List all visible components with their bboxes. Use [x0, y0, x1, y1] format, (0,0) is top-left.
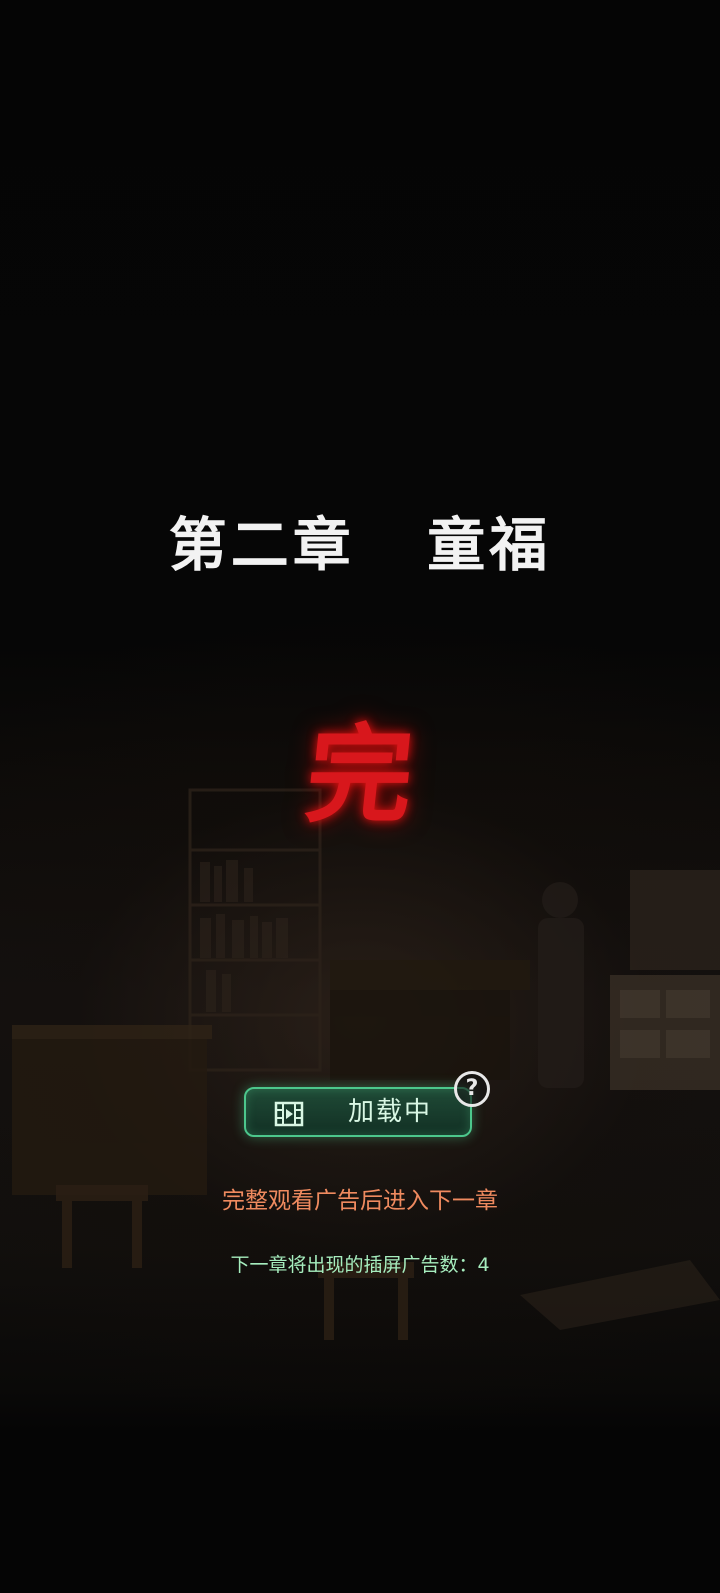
desk	[330, 960, 530, 1080]
chapter-title: 第二章 童福	[168, 511, 552, 579]
loading-button-label: 加载中	[347, 1097, 432, 1127]
figure-silhouette	[538, 882, 584, 1088]
left-cabinet	[12, 1025, 212, 1195]
end-mark: 完	[300, 712, 420, 837]
loading-button[interactable]: 加载中	[244, 1087, 472, 1137]
film-icon	[274, 1101, 304, 1127]
help-icon[interactable]: ?	[454, 1071, 490, 1107]
books	[200, 860, 288, 1012]
ad-count-text: 下一章将出现的插屏广告数：4	[230, 1254, 490, 1276]
ad-hint-text: 完整观看广告后进入下一章	[222, 1188, 498, 1214]
right-dresser	[610, 870, 720, 1090]
